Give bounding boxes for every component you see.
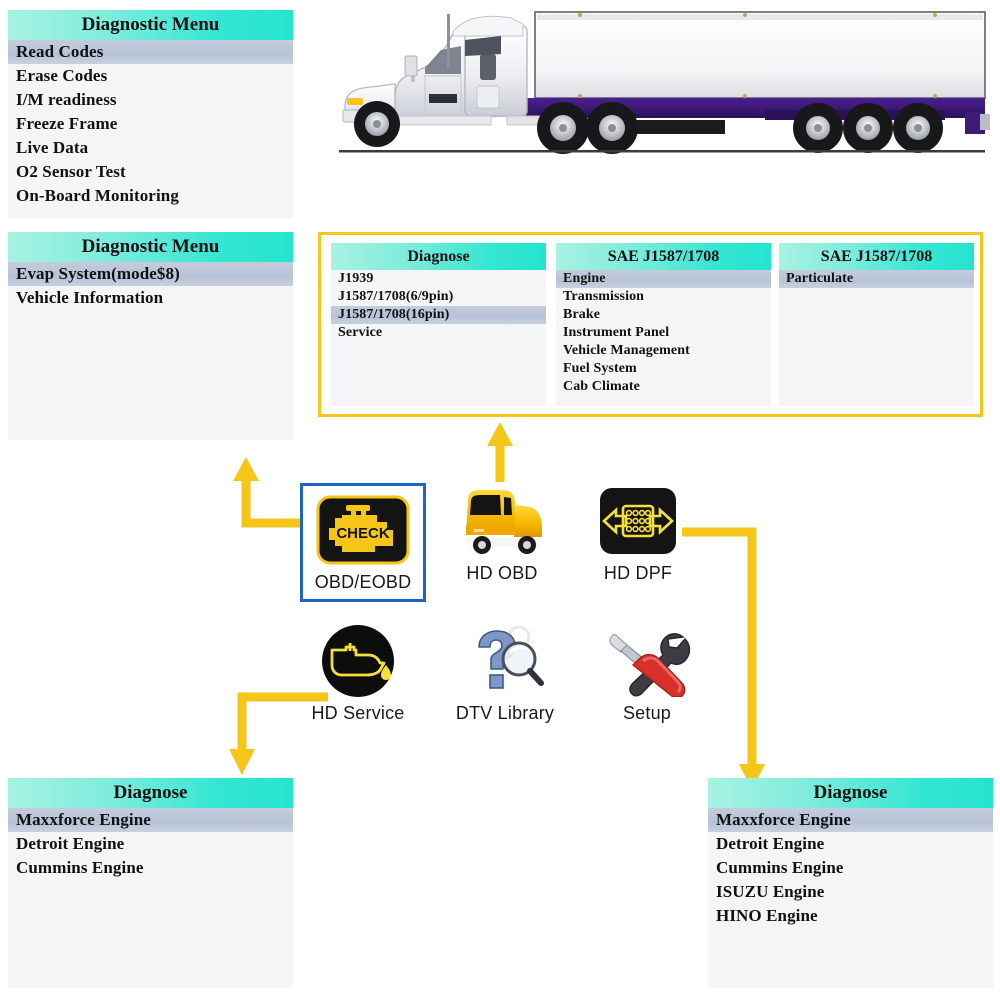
list-item[interactable]: On-Board Monitoring <box>8 184 293 208</box>
dpf-filter-icon <box>590 485 686 557</box>
icon-label: DTV Library <box>455 703 555 723</box>
list-item[interactable]: Transmission <box>556 288 771 306</box>
menu-list: Engine Transmission Brake Instrument Pan… <box>556 270 771 396</box>
menu-list: Evap System(mode$8) Vehicle Information <box>8 262 293 310</box>
list-item[interactable]: Freeze Frame <box>8 112 293 136</box>
panel-diagnose-engines-left: Diagnose Maxxforce Engine Detroit Engine… <box>8 778 293 988</box>
icon-tile-obd-eobd[interactable]: CHECK OBD/EOBD <box>300 483 426 602</box>
list-item[interactable]: Evap System(mode$8) <box>8 262 293 286</box>
panel-diagnostic-menu-2: Diagnostic Menu Evap System(mode$8) Vehi… <box>8 232 293 440</box>
list-item[interactable]: HINO Engine <box>708 904 993 928</box>
list-item[interactable]: Read Codes <box>8 40 293 64</box>
semi-truck-illustration <box>325 2 995 162</box>
icon-tile-hd-service[interactable]: HD Service <box>293 625 423 724</box>
arrow-hdobd-to-flowbox <box>487 422 513 482</box>
icon-tile-hd-obd[interactable]: HD OBD <box>437 485 567 584</box>
icon-tile-dtv-library[interactable]: DTV Library <box>440 625 570 724</box>
panel-title: Diagnostic Menu <box>8 10 293 40</box>
menu-list: J1939 J1587/1708(6/9pin) J1587/1708(16pi… <box>331 270 546 342</box>
oil-can-icon <box>310 625 406 697</box>
list-item[interactable]: Detroit Engine <box>708 832 993 856</box>
list-item[interactable]: ISUZU Engine <box>708 880 993 904</box>
list-item[interactable]: Vehicle Management <box>556 342 771 360</box>
icon-label: OBD/EOBD <box>314 572 412 592</box>
panel-diagnose-engines-right: Diagnose Maxxforce Engine Detroit Engine… <box>708 778 993 988</box>
list-item[interactable]: Maxxforce Engine <box>8 808 293 832</box>
menu-list: Maxxforce Engine Detroit Engine Cummins … <box>708 808 993 928</box>
list-item[interactable]: Cummins Engine <box>8 856 293 880</box>
icon-label: Setup <box>622 703 672 723</box>
list-item[interactable]: Vehicle Information <box>8 286 293 310</box>
list-item[interactable]: Detroit Engine <box>8 832 293 856</box>
panel-diagnostic-menu-1: Diagnostic Menu Read Codes Erase Codes I… <box>8 10 293 218</box>
arrow-obd-to-diagnostic-menu <box>233 457 303 528</box>
panel-title: Diagnose <box>8 778 293 808</box>
list-item[interactable]: Maxxforce Engine <box>708 808 993 832</box>
list-item[interactable]: I/M readiness <box>8 88 293 112</box>
list-item[interactable]: Fuel System <box>556 360 771 378</box>
menu-list: Particulate <box>779 270 974 288</box>
panel-title: SAE J1587/1708 <box>556 243 771 270</box>
list-item[interactable]: Cummins Engine <box>708 856 993 880</box>
panel-diagnose-protocol: Diagnose J1939 J1587/1708(6/9pin) J1587/… <box>331 243 546 406</box>
panel-sae-particulate: SAE J1587/1708 Particulate <box>779 243 974 406</box>
panel-title: SAE J1587/1708 <box>779 243 974 270</box>
question-magnifier-icon <box>457 625 553 697</box>
icon-tile-setup[interactable]: Setup <box>582 625 712 724</box>
panel-title: Diagnostic Menu <box>8 232 293 262</box>
list-item[interactable]: Instrument Panel <box>556 324 771 342</box>
icon-label: HD Service <box>311 703 405 723</box>
list-item[interactable]: J1587/1708(6/9pin) <box>331 288 546 306</box>
list-item[interactable]: Particulate <box>779 270 974 288</box>
panel-sae-systems: SAE J1587/1708 Engine Transmission Brake… <box>556 243 771 406</box>
list-item[interactable]: Cab Climate <box>556 378 771 396</box>
check-engine-icon: CHECK <box>315 494 411 566</box>
icon-label: HD DPF <box>603 563 673 583</box>
panel-title: Diagnose <box>708 778 993 808</box>
list-item[interactable]: Engine <box>556 270 771 288</box>
list-item[interactable]: Service <box>331 324 546 342</box>
list-item[interactable]: Live Data <box>8 136 293 160</box>
list-item[interactable]: O2 Sensor Test <box>8 160 293 184</box>
icon-tile-hd-dpf[interactable]: HD DPF <box>573 485 703 584</box>
menu-list: Maxxforce Engine Detroit Engine Cummins … <box>8 808 293 880</box>
list-item[interactable]: Brake <box>556 306 771 324</box>
panel-title: Diagnose <box>331 243 546 270</box>
list-item[interactable]: Erase Codes <box>8 64 293 88</box>
diagnose-flow-box: Diagnose J1939 J1587/1708(6/9pin) J1587/… <box>318 232 983 417</box>
list-item[interactable]: J1587/1708(16pin) <box>331 306 546 324</box>
list-item[interactable]: J1939 <box>331 270 546 288</box>
menu-list: Read Codes Erase Codes I/M readiness Fre… <box>8 40 293 208</box>
wrench-screwdriver-icon <box>599 625 695 698</box>
icon-label: HD OBD <box>466 563 538 583</box>
truck-icon <box>454 485 550 557</box>
truck-svg <box>339 11 990 154</box>
svg-text:CHECK: CHECK <box>336 525 390 542</box>
